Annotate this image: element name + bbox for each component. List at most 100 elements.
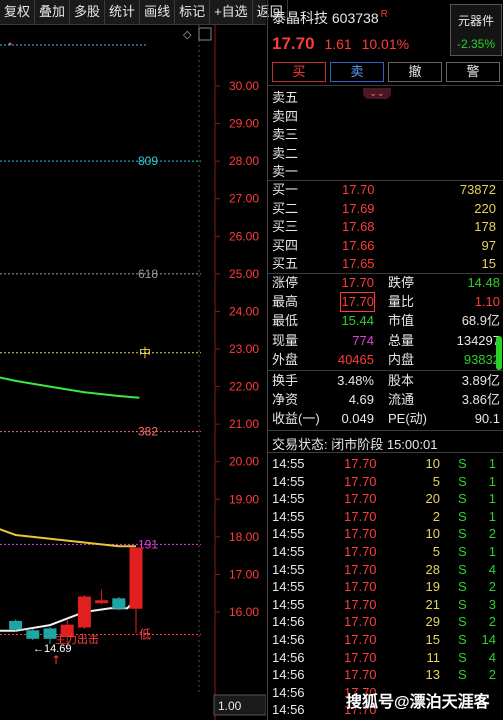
tick-time: 14:56: [272, 702, 305, 718]
tick-row: 14:55 17.70 10 S 1: [272, 455, 500, 473]
toolbar-button[interactable]: 标记: [175, 0, 211, 24]
tick-price: 17.70: [344, 632, 377, 647]
tick-time: 14:55: [272, 544, 305, 559]
kline-chart[interactable]: ◇ 30.00 29.00 28.00 27.00 26.00 25.00 24.00 23.0…: [0, 25, 266, 720]
tick-volume: 13: [425, 667, 440, 683]
tick-side: S: [458, 526, 467, 542]
buy-button[interactable]: 买: [272, 62, 326, 82]
divider: [268, 180, 503, 181]
tick-side: S: [458, 508, 467, 524]
tick-count: 2: [488, 526, 496, 542]
finance-label: 换手: [272, 373, 299, 388]
divider: [268, 85, 503, 86]
diamond-icon[interactable]: ◇: [183, 28, 192, 41]
finance-label: PE(动): [388, 411, 428, 427]
candle-body[interactable]: [95, 600, 109, 604]
signal-label: 主力出击: [55, 632, 99, 646]
y-tick-label: 16.00: [229, 605, 259, 619]
tick-volume: 2: [432, 508, 440, 524]
order-label: 卖一: [272, 164, 299, 180]
divider: [268, 452, 503, 453]
reference-label: 809: [138, 154, 158, 168]
tick-price: 17.70: [344, 526, 377, 542]
tick-volume: 5: [432, 544, 440, 559]
finance-row: 收益(一) 0.049 PE(动) 90.1: [272, 410, 500, 428]
quote-label: 涨停: [272, 275, 299, 290]
candle-body[interactable]: [9, 620, 23, 630]
price-row: 17.70 1.61 10.01%: [272, 34, 409, 54]
tick-count: 1: [488, 544, 496, 559]
price-change: 1.61: [324, 36, 352, 52]
arrow-up-icon: ↑: [51, 653, 61, 667]
tick-count: 14: [481, 632, 496, 647]
toolbar-button[interactable]: 统计: [105, 0, 141, 24]
quote-row: 现量 774 总量 134297: [272, 332, 500, 350]
tick-price: 17.70: [344, 667, 377, 683]
y-tick-label: 24.00: [229, 304, 259, 318]
y-tick-label: 29.00: [229, 117, 259, 131]
order-label: 卖二: [272, 145, 299, 161]
tick-count: 1: [488, 491, 496, 507]
tick-volume: 10: [425, 456, 440, 471]
tick-time: 14:55: [272, 579, 305, 595]
sell-order-row[interactable]: 卖二: [272, 145, 500, 163]
y-tick-label: 23.00: [229, 342, 259, 356]
buy-order-row[interactable]: 买四 17.66 97: [272, 237, 500, 255]
tick-price: 17.70: [344, 508, 377, 524]
tick-side: S: [458, 456, 467, 471]
sell-order-row[interactable]: 卖五: [272, 89, 500, 107]
buy-order-row[interactable]: 买二 17.69 220: [272, 200, 500, 218]
tick-volume: 28: [425, 561, 440, 577]
toolbar-button[interactable]: 复权: [0, 0, 36, 24]
order-volume: 178: [474, 219, 496, 235]
quote-value: 93832: [463, 351, 500, 367]
finance-value: 0.049: [341, 411, 374, 427]
scrollbar-thumb[interactable]: [496, 336, 502, 370]
buy-order-row[interactable]: 买三 17.68 178: [272, 218, 500, 236]
toolbar-button[interactable]: 多股: [70, 0, 106, 24]
tick-time: 14:56: [272, 667, 305, 683]
candle-body[interactable]: [77, 596, 91, 628]
candle-body[interactable]: [26, 630, 40, 639]
tick-count: 1: [488, 473, 496, 489]
tick-side: S: [458, 473, 467, 489]
y-tick-label: 18.00: [229, 530, 259, 544]
sell-button[interactable]: 卖: [330, 62, 384, 82]
tick-row: 14:56 17.70 11 S 4: [272, 649, 500, 667]
order-volume: 220: [474, 200, 496, 216]
tick-row: 14:56 17.70 29 S 2: [272, 613, 500, 631]
y-tick-label: 30.00: [229, 79, 259, 93]
cancel-button[interactable]: 撤: [388, 62, 442, 82]
tick-time: 14:56: [272, 649, 305, 665]
divider: [268, 370, 503, 371]
tick-price: 17.70: [344, 649, 377, 665]
quote-value: 14.48: [467, 275, 500, 290]
order-price: 17.70: [342, 182, 375, 197]
toolbar-button[interactable]: +自选: [210, 0, 253, 24]
sector-box[interactable]: 元器件 -2.35%: [450, 4, 502, 56]
order-label: 买五: [272, 256, 299, 272]
finance-row: 净资 4.69 流通 3.86亿: [272, 391, 500, 409]
quote-value: 1.10: [474, 294, 500, 310]
tick-side: S: [458, 649, 467, 665]
toolbar-button[interactable]: 叠加: [35, 0, 71, 24]
tick-price: 17.70: [344, 561, 377, 577]
toolbar-button[interactable]: 画线: [140, 0, 176, 24]
candle-body[interactable]: [112, 598, 126, 609]
candle-body[interactable]: [129, 547, 143, 609]
quote-label: 市值: [388, 313, 415, 329]
alert-button[interactable]: 警: [446, 62, 500, 82]
sell-order-row[interactable]: 卖四: [272, 108, 500, 126]
buy-order-row[interactable]: 买五 17.65 15: [272, 255, 500, 273]
quote-value: 774: [352, 332, 374, 348]
order-volume: 15: [481, 256, 496, 272]
buy-order-row[interactable]: 买一 17.70 73872: [272, 181, 500, 199]
quote-panel: 泰晶科技 603738 R 17.70 1.61 10.01% 元器件 -2.35…: [267, 0, 503, 720]
tick-volume: 29: [425, 614, 440, 630]
sell-order-row[interactable]: 卖一: [272, 163, 500, 181]
quote-label: 内盘: [388, 351, 415, 367]
tick-price: 17.70: [344, 544, 377, 559]
tick-time: 14:55: [272, 473, 305, 489]
finance-label: 收益(一): [272, 411, 320, 427]
sell-order-row[interactable]: 卖三: [272, 126, 500, 144]
